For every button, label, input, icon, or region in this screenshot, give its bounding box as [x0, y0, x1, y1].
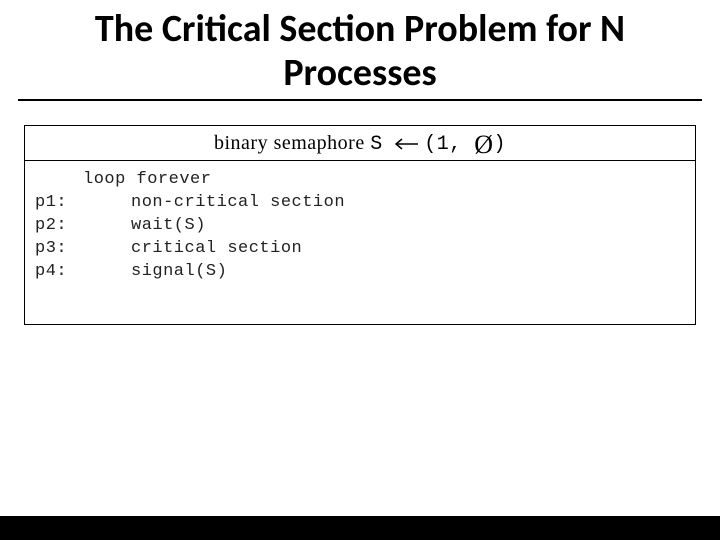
- semaphore-declaration: binary semaphore S (1, Ø): [25, 126, 695, 161]
- line-text: wait(S): [131, 215, 206, 238]
- line-label: p4:: [35, 261, 83, 284]
- declaration-close: ): [494, 133, 507, 156]
- code-line-p4: p4: signal(S): [35, 261, 683, 284]
- code-body: loop forever p1: non-critical section p2…: [25, 161, 695, 324]
- loop-keyword: loop forever: [83, 169, 211, 192]
- code-line-p2: p2: wait(S): [35, 215, 683, 238]
- line-label: p1:: [35, 192, 83, 215]
- code-box: binary semaphore S (1, Ø) loop forever p…: [24, 125, 696, 325]
- line-label: p3:: [35, 238, 83, 261]
- declaration-open: (1,: [424, 133, 474, 156]
- slide-title: The Critical Section Problem for N Proce…: [18, 0, 702, 99]
- left-arrow-icon: [392, 137, 420, 151]
- declaration-var: S: [370, 133, 383, 156]
- line-text: non-critical section: [131, 192, 345, 215]
- empty-set-symbol: Ø: [474, 135, 493, 156]
- bottom-bar: [0, 516, 720, 540]
- code-line-loop: loop forever: [35, 169, 683, 192]
- line-label: p2:: [35, 215, 83, 238]
- line-text: signal(S): [131, 261, 227, 284]
- code-line-p1: p1: non-critical section: [35, 192, 683, 215]
- declaration-prefix: binary semaphore: [214, 132, 370, 154]
- line-text: critical section: [131, 238, 302, 261]
- code-line-p3: p3: critical section: [35, 238, 683, 261]
